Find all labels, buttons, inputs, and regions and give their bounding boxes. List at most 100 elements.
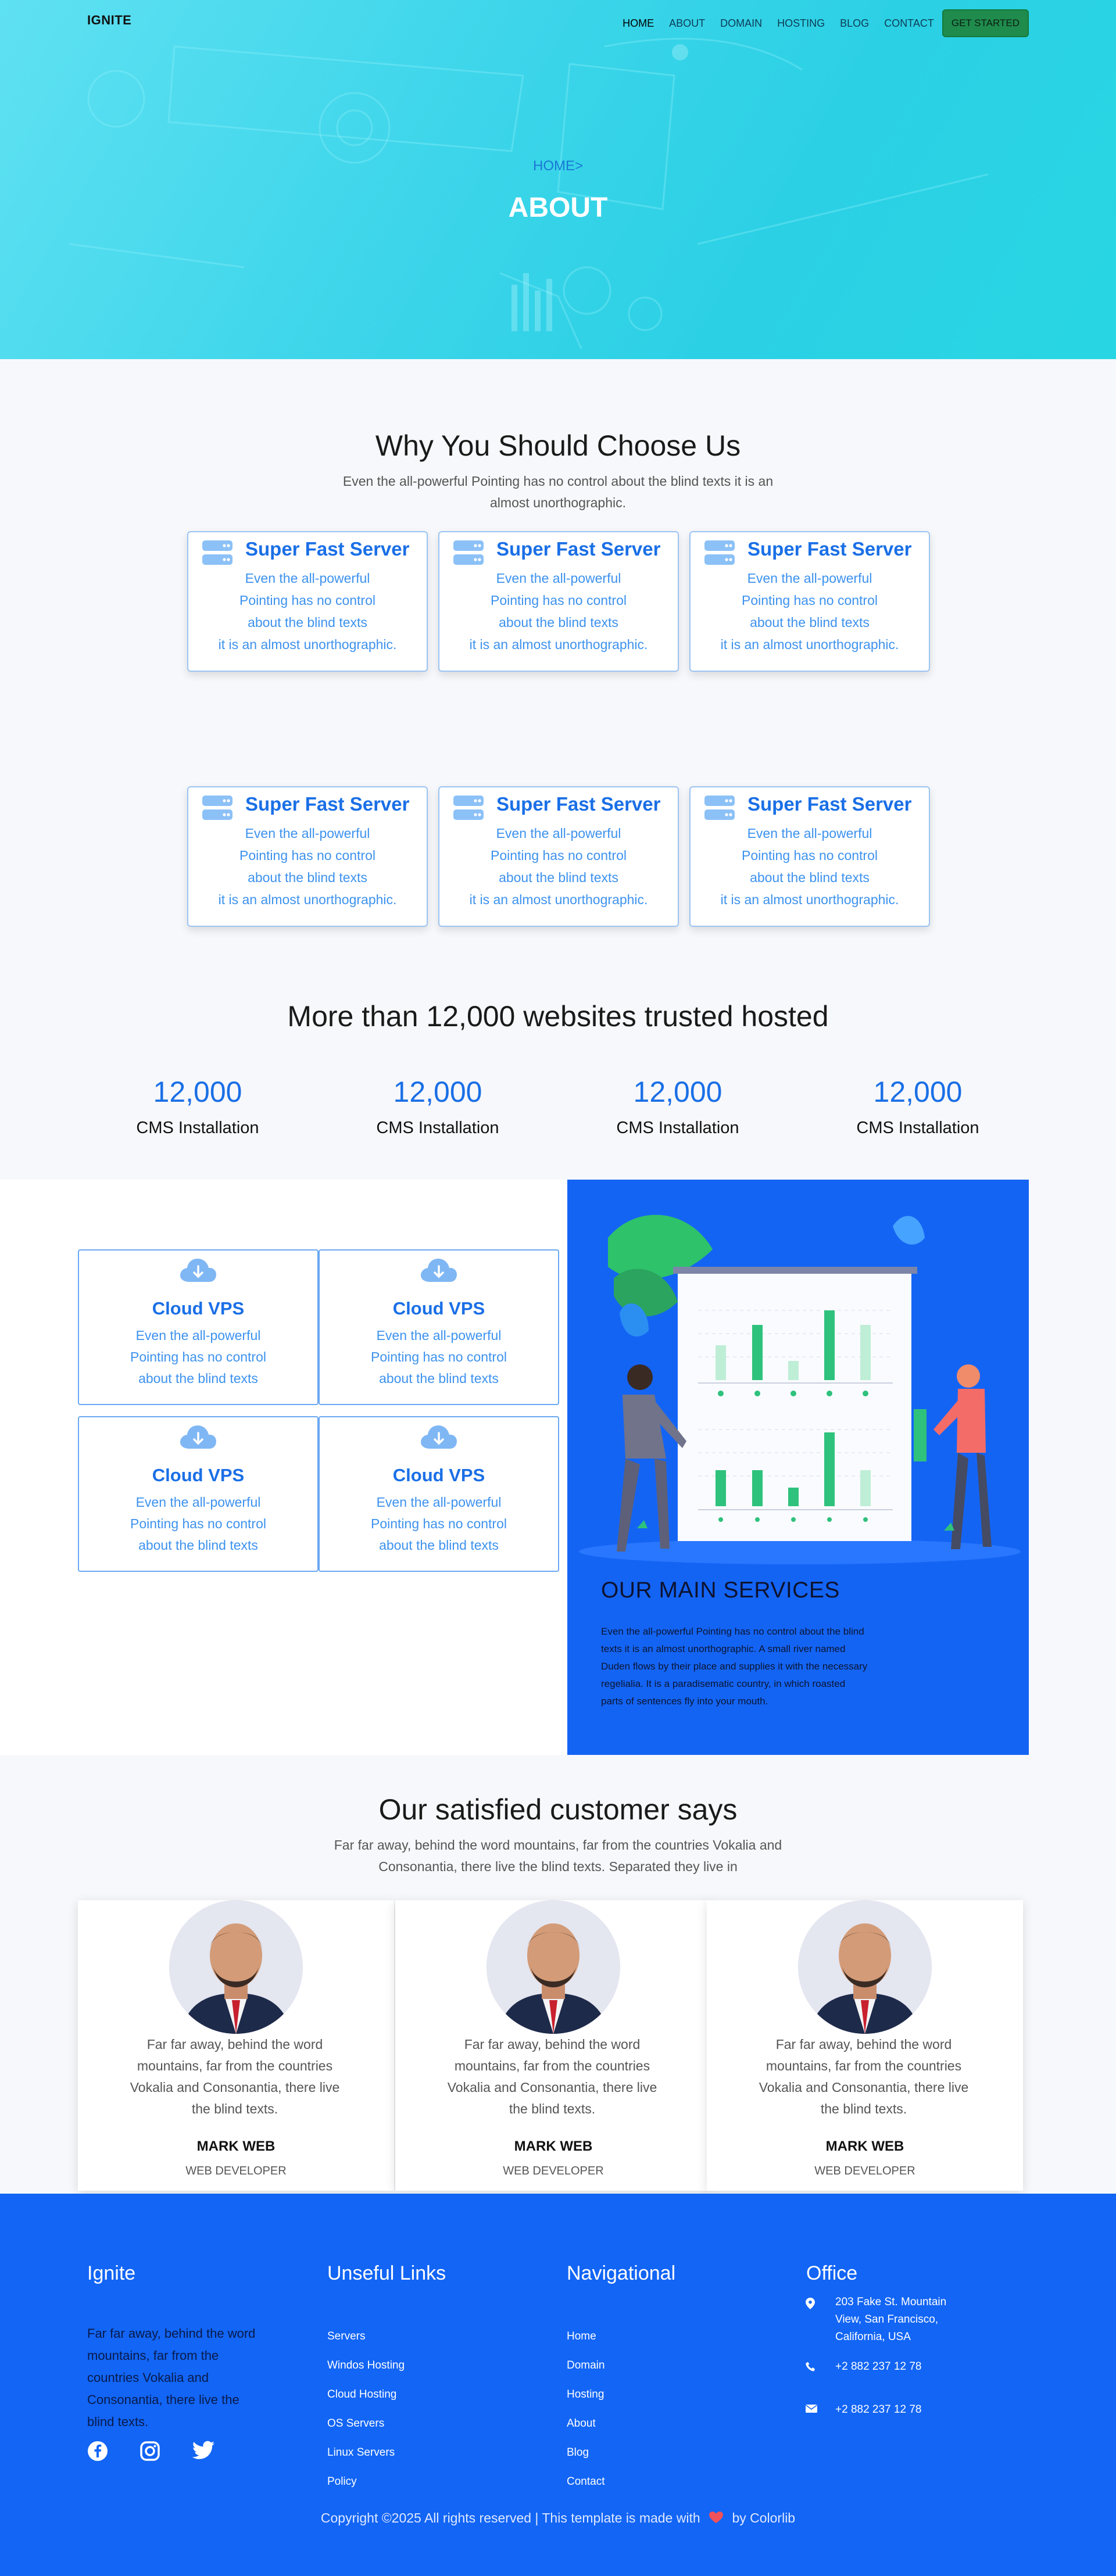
nav-domain[interactable]: DOMAIN (720, 17, 762, 30)
nav-contact[interactable]: CONTACT (884, 17, 934, 30)
feature-card-text: Even the all-powerful Pointing has no con… (691, 822, 929, 911)
copyright-text: Copyright ©2025 All rights reserved | Th… (320, 2510, 700, 2525)
office-phone-2[interactable]: +2 882 237 12 78 (835, 2401, 921, 2419)
testimonial-name: MARK WEB (514, 2138, 593, 2154)
feature-card-text: Even the all-powerful Pointing has no con… (188, 567, 427, 655)
footer-link[interactable]: Linux Servers (327, 2446, 395, 2459)
main-menu: HOME ABOUT DOMAIN HOSTING BLOG CONTACT G… (607, 9, 1029, 37)
brand-logo[interactable]: IGNITE (87, 13, 131, 28)
service-card-text: Even the all-powerful Pointing has no con… (320, 1492, 558, 1556)
testimonial-role: WEB DEVELOPER (503, 2165, 604, 2177)
nav-blog[interactable]: BLOG (840, 17, 869, 30)
nav-about[interactable]: ABOUT (669, 17, 705, 30)
server-icon (703, 539, 736, 569)
stat-number: 12,000 (393, 1076, 482, 1108)
service-card: Cloud VPS Even the all-powerful Pointing h… (78, 1416, 319, 1572)
testimonial-quote-line: Far far away, behind the word (775, 2037, 952, 2052)
testimonial-card: Far far away, behind the word mountains, … (78, 1900, 394, 2191)
footer-nav-link[interactable]: Domain (567, 2359, 604, 2372)
footer-link[interactable]: OS Servers (327, 2417, 384, 2430)
get-started-button[interactable]: GET STARTED (942, 9, 1029, 37)
footer-nav-link[interactable]: Home (567, 2330, 596, 2343)
service-card-line: Pointing has no control (130, 1349, 266, 1364)
stat-number: 12,000 (873, 1076, 963, 1108)
feature-card-title: Super Fast Server (496, 538, 661, 560)
footer-link[interactable]: Policy (327, 2475, 357, 2488)
footer-about-line: countries Vokalia and (87, 2370, 209, 2385)
server-icon (452, 794, 485, 824)
why-subtitle: Even the all-powerful Pointing has no co… (267, 471, 849, 514)
feature-card: Super Fast Server Even the all-powerful Po… (438, 531, 679, 672)
cloud-download-icon (420, 1423, 458, 1456)
copyright: Copyright ©2025 All rights reserved | Th… (0, 2510, 1116, 2527)
main-services-text: Even the all-powerful Pointing has no co… (601, 1623, 927, 1710)
office-address: 203 Fake St. Mountain View, San Francisc… (835, 2294, 946, 2346)
footer-link[interactable]: Cloud Hosting (327, 2388, 396, 2401)
testimonial-quote: Far far away, behind the word mountains, … (436, 2034, 668, 2120)
footer-about-line: Far far away, behind the word (87, 2326, 256, 2341)
footer-nav-link[interactable]: Contact (567, 2475, 604, 2488)
footer-nav-link[interactable]: Blog (567, 2446, 589, 2459)
feature-card-line: it is an almost unorthographic. (720, 892, 899, 907)
feature-card: Super Fast Server Even the all-powerful Po… (438, 786, 679, 927)
feature-card-line: it is an almost unorthographic. (218, 637, 397, 652)
why-title: Why You Should Choose Us (375, 429, 741, 462)
hero-banner: IGNITE HOME ABOUT DOMAIN HOSTING BLOG CO… (0, 0, 1116, 359)
office-phone[interactable]: +2 882 237 12 78 (835, 2358, 921, 2376)
server-icon (201, 794, 234, 824)
analytics-illustration (579, 1214, 1021, 1564)
testimonial-role: WEB DEVELOPER (185, 2165, 287, 2177)
testimonial-role: WEB DEVELOPER (814, 2165, 915, 2177)
avatar (169, 1900, 303, 2034)
colorlib-credit[interactable]: by Colorlib (732, 2510, 795, 2525)
map-pin-icon (805, 2297, 815, 2313)
feature-card-text: Even the all-powerful Pointing has no con… (188, 822, 427, 911)
stats-title: More than 12,000 websites trusted hosted (287, 1000, 829, 1033)
feature-card-line: Even the all-powerful (747, 571, 872, 586)
feature-card-title: Super Fast Server (747, 793, 912, 815)
footer-nav-link[interactable]: About (567, 2417, 596, 2430)
twitter-icon[interactable] (192, 2441, 215, 2463)
footer-about-line: blind texts. (87, 2414, 149, 2429)
why-subtitle-line: almost unorthographic. (490, 495, 626, 510)
service-card-title: Cloud VPS (392, 1465, 485, 1485)
main-services-line: Duden flows by their place and supplies … (601, 1661, 868, 1672)
feature-card: Super Fast Server Even the all-powerful Po… (187, 786, 428, 927)
feature-card-line: Even the all-powerful (245, 826, 370, 841)
feature-card: Super Fast Server Even the all-powerful Po… (689, 786, 930, 927)
feature-card-line: Pointing has no control (491, 848, 627, 863)
nav-home[interactable]: HOME (623, 17, 654, 30)
footer-about-text: Far far away, behind the word mountains,… (87, 2323, 279, 2433)
feature-card-text: Even the all-powerful Pointing has no con… (439, 567, 678, 655)
circuit-background-graphic (69, 38, 989, 349)
testimonials-subtitle-line: Far far away, behind the word mountains,… (334, 1837, 782, 1853)
stat-label: CMS Installation (856, 1119, 979, 1137)
footer-link[interactable]: Windos Hosting (327, 2359, 405, 2372)
feature-card-line: Pointing has no control (742, 593, 878, 608)
footer-about-line: mountains, far from the (87, 2348, 219, 2363)
testimonial-name: MARK WEB (196, 2138, 276, 2154)
footer-office-title: Office (806, 2262, 858, 2284)
stat-label: CMS Installation (376, 1119, 499, 1137)
footer-nav-link[interactable]: Hosting (567, 2388, 604, 2401)
footer-brand-title: Ignite (87, 2262, 136, 2284)
service-card-line: Pointing has no control (371, 1516, 507, 1531)
instagram-icon[interactable] (140, 2441, 160, 2464)
service-card-title: Cloud VPS (392, 1298, 485, 1319)
stat-number: 12,000 (153, 1076, 242, 1108)
nav-hosting[interactable]: HOSTING (777, 17, 825, 30)
facebook-icon[interactable] (87, 2441, 108, 2464)
feature-card-line: it is an almost unorthographic. (469, 892, 648, 907)
testimonials-title: Our satisfied customer says (378, 1793, 738, 1826)
feature-card-line: Pointing has no control (491, 593, 627, 608)
envelope-icon (805, 2404, 818, 2416)
avatar (798, 1900, 932, 2034)
feature-card-line: Even the all-powerful (245, 571, 370, 586)
feature-card-line: it is an almost unorthographic. (720, 637, 899, 652)
cloud-download-icon (179, 1423, 217, 1456)
footer-link[interactable]: Servers (327, 2330, 365, 2343)
feature-card-title: Super Fast Server (245, 538, 410, 560)
feature-card-title: Super Fast Server (747, 538, 912, 560)
testimonial-name: MARK WEB (825, 2138, 904, 2154)
breadcrumb[interactable]: HOME> (0, 158, 1116, 174)
